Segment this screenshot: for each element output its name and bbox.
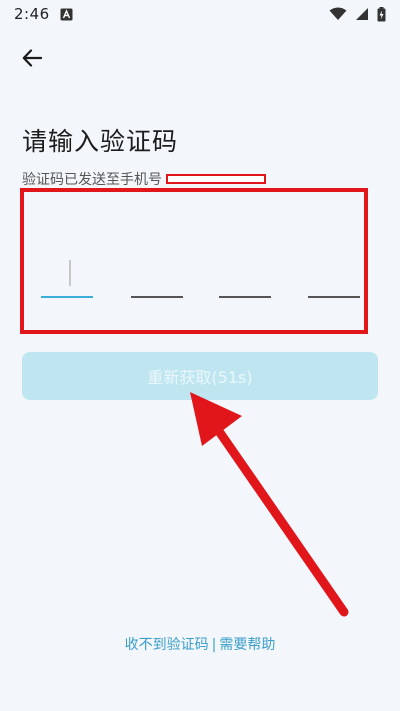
phone-number-redaction: [166, 174, 266, 184]
input-cursor: [69, 260, 71, 286]
resend-code-button[interactable]: 重新获取(51s): [22, 352, 378, 400]
help-separator: |: [211, 637, 217, 653]
wifi-icon: [329, 7, 347, 21]
back-button[interactable]: [16, 42, 48, 74]
not-received-link[interactable]: 收不到验证码: [125, 637, 209, 653]
status-bar: 2:46: [0, 0, 400, 28]
status-right: [329, 6, 386, 22]
code-cell-1[interactable]: [41, 296, 93, 298]
signal-icon: [355, 7, 369, 21]
subtitle-text: 验证码已发送至手机号: [22, 172, 162, 188]
status-left: 2:46: [14, 5, 73, 23]
subtitle-row: 验证码已发送至手机号: [22, 169, 266, 189]
code-cell-3[interactable]: [219, 296, 271, 298]
status-time: 2:46: [14, 5, 50, 23]
code-cell-2[interactable]: [131, 296, 183, 298]
battery-charging-icon: [377, 6, 386, 22]
a-notification-icon: [60, 8, 73, 21]
page-title: 请输入验证码: [22, 127, 179, 156]
code-input-area[interactable]: [20, 188, 368, 334]
help-row: 收不到验证码 | 需要帮助: [0, 634, 400, 654]
need-help-link[interactable]: 需要帮助: [219, 637, 275, 653]
code-cell-4[interactable]: [308, 296, 360, 298]
verification-screen: 2:46 请输入验证码 验证码已发送至手机号 重新获取(51s) 收不到验证码 …: [0, 0, 400, 711]
arrow-left-icon: [22, 49, 42, 67]
